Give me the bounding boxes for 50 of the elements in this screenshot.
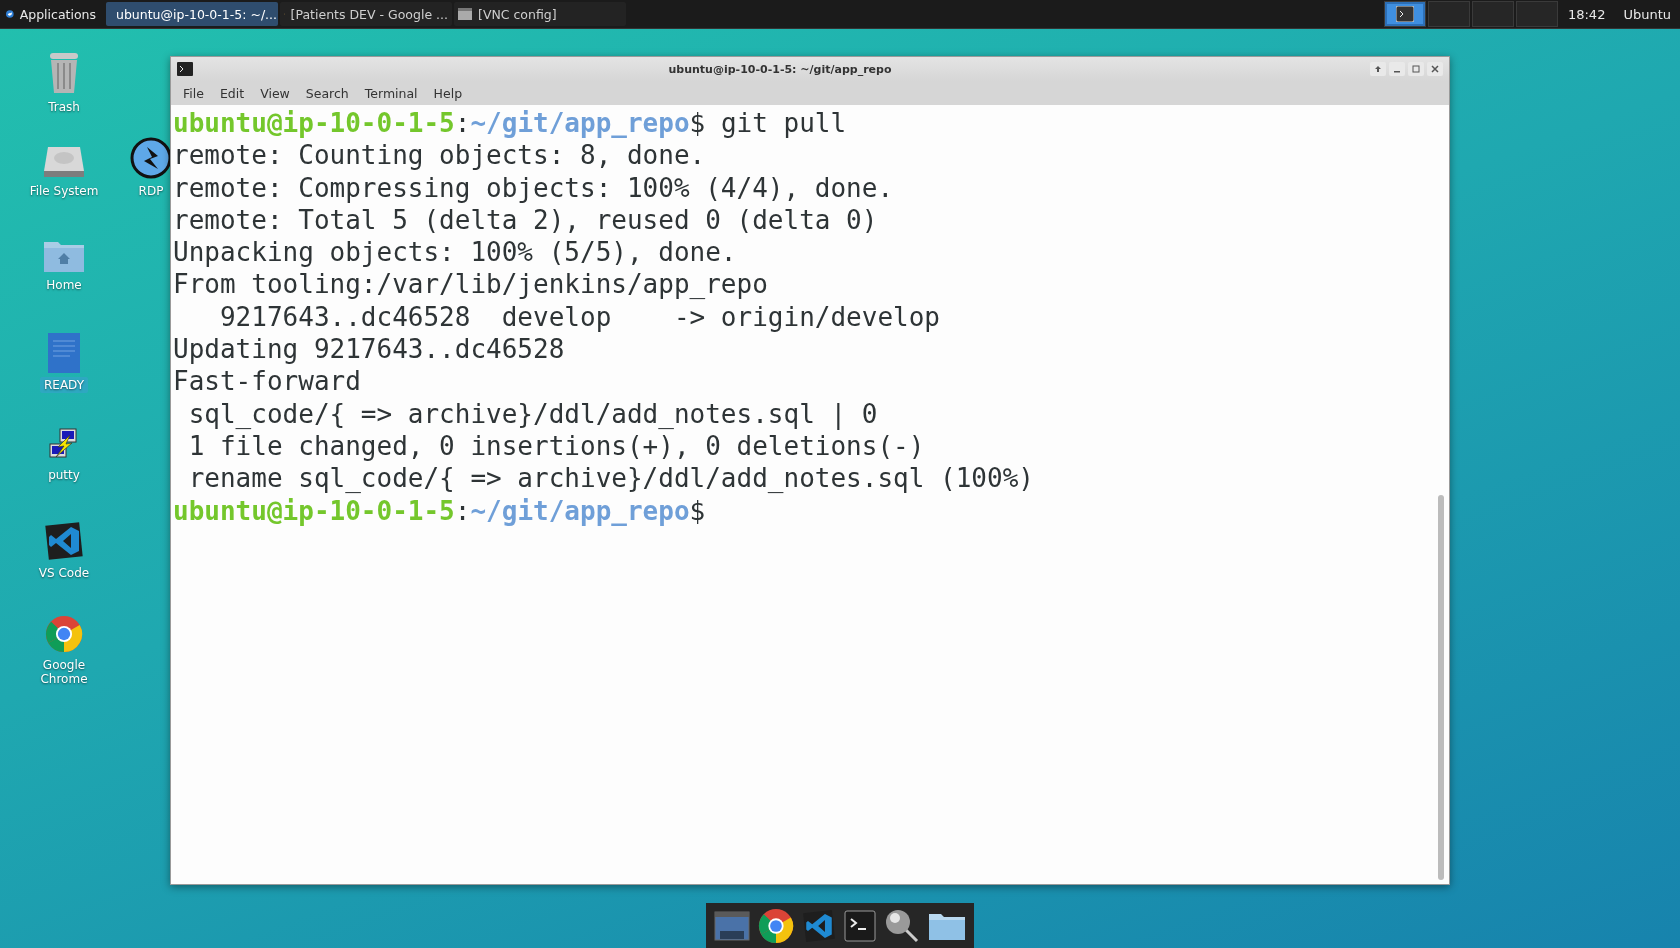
terminal-line: 1 file changed, 0 insertions(+), 0 deletions(-) — [187, 430, 926, 463]
menu-item[interactable]: File — [175, 83, 212, 103]
terminal-icon — [177, 62, 193, 76]
terminal-line: From tooling:/var/lib/jenkins/app_repo — [173, 268, 769, 301]
taskbar-button[interactable]: ubuntu@ip-10-0-1-5: ~/... — [106, 2, 278, 26]
document-icon — [48, 333, 80, 373]
desktop-icon[interactable] — [714, 910, 750, 941]
rdp-icon — [130, 137, 172, 179]
window-icon — [458, 8, 472, 20]
terminal-line: remote: Counting objects: 8, done. — [173, 139, 707, 172]
terminal-line: remote: Compressing objects: 100% (4/4), done. — [173, 171, 895, 204]
hard-drive-icon — [42, 145, 86, 179]
menu-item[interactable]: View — [252, 83, 298, 103]
window-title: ubuntu@ip-10-0-1-5: ~/git/app_repo — [667, 62, 893, 76]
terminal-line: remote: Total 5 (delta 2), reused 0 (delta 0) — [173, 203, 879, 237]
home-folder-icon — [43, 239, 85, 273]
shade-button[interactable] — [1370, 62, 1386, 76]
terminal-line: 9217643..dc46528 develop -> origin/develop — [218, 300, 941, 334]
workspace-switcher-cell[interactable] — [1427, 1, 1470, 27]
minimize-button[interactable] — [1389, 62, 1405, 76]
terminal-line: Unpacking objects: 100% (5/5), done. — [173, 236, 738, 269]
up-arrow-icon — [1374, 65, 1382, 73]
terminal-line: rename sql_code/{ => archive}/ddl/add_notes.sql (100%) — [187, 462, 1035, 495]
scrollbar-thumb[interactable] — [1438, 495, 1444, 880]
maximize-icon — [1412, 65, 1420, 73]
applications-menu-button[interactable]: Applications — [0, 0, 106, 28]
menu-item[interactable]: Search — [297, 83, 357, 103]
close-icon — [1431, 65, 1439, 73]
vscode-icon — [802, 908, 836, 943]
user-name[interactable]: Ubuntu — [1614, 0, 1680, 28]
workspace-switcher-cell[interactable] — [1383, 1, 1426, 27]
taskbar-button[interactable]: [Patients DEV - Google ... — [280, 2, 452, 26]
terminal-line: sql_code/{ => archive}/ddl/add_notes.sql | 0 — [187, 397, 879, 430]
vscode-icon — [44, 521, 84, 561]
terminal-icon — [1395, 6, 1414, 22]
menu-item[interactable]: Edit — [211, 83, 253, 103]
menu-item[interactable]: Help — [425, 83, 471, 103]
search-icon[interactable] — [884, 907, 920, 944]
terminal-line: Updating 9217643..dc46528 — [173, 333, 566, 366]
terminal-line: ubuntu@ip-10-0-1-5:~/git/app_repo$ git pull — [173, 107, 848, 140]
close-button[interactable] — [1427, 62, 1443, 76]
taskbar-button[interactable]: [VNC config] — [454, 2, 626, 26]
terminal-icon[interactable] — [844, 909, 876, 942]
menu-item[interactable]: Terminal — [356, 83, 426, 103]
workspace-switcher-cell[interactable] — [1515, 1, 1558, 27]
clock[interactable]: 18:42 — [1558, 0, 1615, 28]
trash-icon — [47, 51, 81, 95]
terminal-line: Fast-forward — [173, 365, 362, 398]
terminal-line: ubuntu@ip-10-0-1-5:~/git/app_repo$ — [173, 494, 707, 527]
workspace-switcher-cell[interactable] — [1471, 1, 1514, 27]
